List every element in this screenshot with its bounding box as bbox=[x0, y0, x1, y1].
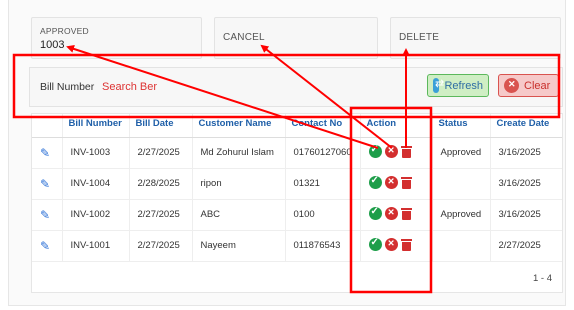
customer-name-cell: ABC bbox=[192, 199, 286, 231]
refresh-button-label: Refresh bbox=[444, 79, 483, 92]
delete-card[interactable]: DELETE bbox=[390, 17, 561, 59]
approve-icon[interactable] bbox=[368, 175, 382, 189]
edit-cell: ✎ bbox=[32, 168, 63, 200]
create-date-cell: 2/27/2025 bbox=[490, 230, 562, 262]
table-header-row: Bill Number Bill Date Customer Name Cont… bbox=[32, 114, 562, 138]
header-contact-no[interactable]: Contact No bbox=[285, 114, 361, 138]
header-bill-date[interactable]: Bill Date bbox=[129, 114, 193, 138]
bill-number-cell: INV-1001 bbox=[62, 230, 130, 262]
bill-number-search-input[interactable] bbox=[102, 77, 302, 97]
cancel-card[interactable]: CANCEL bbox=[214, 17, 378, 59]
bill-number-cell: INV-1004 bbox=[62, 168, 130, 200]
approved-card-label: APPROVED bbox=[40, 26, 89, 36]
edit-cell: ✎ bbox=[32, 137, 63, 169]
search-bar: Bill Number Refresh Clear bbox=[29, 67, 563, 107]
clear-icon bbox=[504, 78, 519, 93]
customer-name-cell: ripon bbox=[192, 168, 286, 200]
refresh-icon bbox=[433, 77, 445, 93]
bill-number-cell: INV-1002 bbox=[62, 199, 130, 231]
bill-date-cell: 2/27/2025 bbox=[129, 137, 193, 169]
delete-card-label: DELETE bbox=[399, 32, 440, 43]
approve-icon[interactable] bbox=[368, 144, 382, 158]
approved-card-value: 1003 bbox=[40, 39, 65, 51]
approve-icon[interactable] bbox=[368, 206, 382, 220]
trash-icon[interactable] bbox=[400, 176, 412, 189]
action-cell bbox=[360, 199, 433, 231]
clear-button[interactable]: Clear bbox=[498, 74, 559, 97]
trash-icon[interactable] bbox=[400, 238, 412, 251]
header-action: Action bbox=[360, 114, 433, 138]
create-date-cell: 3/16/2025 bbox=[490, 137, 562, 169]
header-customer-name[interactable]: Customer Name bbox=[192, 114, 286, 138]
status-cell: Approved bbox=[432, 137, 491, 169]
header-edit bbox=[32, 114, 63, 138]
trash-icon[interactable] bbox=[400, 145, 412, 158]
table-row: ✎ INV-1004 2/28/2025 ripon 01321 3/16/20… bbox=[32, 168, 562, 200]
edit-icon[interactable]: ✎ bbox=[40, 146, 50, 160]
edit-icon[interactable]: ✎ bbox=[40, 208, 50, 222]
edit-icon[interactable]: ✎ bbox=[40, 177, 50, 191]
refresh-button[interactable]: Refresh bbox=[427, 74, 489, 97]
approve-icon[interactable] bbox=[368, 237, 382, 251]
bills-table: Bill Number Bill Date Customer Name Cont… bbox=[31, 113, 563, 293]
edit-icon[interactable]: ✎ bbox=[40, 239, 50, 253]
clear-button-label: Clear bbox=[524, 79, 551, 92]
pagination-info: 1 - 4 bbox=[532, 273, 552, 284]
status-cell: Approved bbox=[432, 199, 491, 231]
cancel-icon[interactable] bbox=[384, 206, 398, 220]
edit-cell: ✎ bbox=[32, 199, 63, 231]
customer-name-cell: Md Zohurul Islam bbox=[192, 137, 286, 169]
cancel-icon[interactable] bbox=[384, 175, 398, 189]
bill-date-cell: 2/27/2025 bbox=[129, 199, 193, 231]
header-create-date[interactable]: Create Date bbox=[490, 114, 562, 138]
bill-number-label: Bill Number bbox=[40, 81, 95, 93]
contact-no-cell: 0100 bbox=[285, 199, 361, 231]
contact-no-cell: 011876543 bbox=[285, 230, 361, 262]
cancel-card-label: CANCEL bbox=[223, 32, 265, 43]
customer-name-cell: Nayeem bbox=[192, 230, 286, 262]
trash-icon[interactable] bbox=[400, 207, 412, 220]
bill-date-cell: 2/28/2025 bbox=[129, 168, 193, 200]
contact-no-cell: 01321 bbox=[285, 168, 361, 200]
status-cell bbox=[432, 168, 491, 200]
cancel-icon[interactable] bbox=[384, 237, 398, 251]
action-cell bbox=[360, 230, 433, 262]
bill-number-cell: INV-1003 bbox=[62, 137, 130, 169]
header-bill-number[interactable]: Bill Number bbox=[62, 114, 130, 138]
create-date-cell: 3/16/2025 bbox=[490, 168, 562, 200]
contact-no-cell: 01760127060 bbox=[285, 137, 361, 169]
edit-cell: ✎ bbox=[32, 230, 63, 262]
header-status[interactable]: Status bbox=[432, 114, 491, 138]
table-row: ✎ INV-1003 2/27/2025 Md Zohurul Islam 01… bbox=[32, 137, 562, 169]
table-row: ✎ INV-1002 2/27/2025 ABC 0100 Approved 3… bbox=[32, 199, 562, 231]
status-cell bbox=[432, 230, 491, 262]
action-cell bbox=[360, 168, 433, 200]
table-row: ✎ INV-1001 2/27/2025 Nayeem 011876543 2/… bbox=[32, 230, 562, 262]
content-panel: APPROVED 1003 CANCEL DELETE Bill Number … bbox=[8, 0, 566, 306]
approved-card[interactable]: APPROVED 1003 bbox=[31, 17, 202, 59]
action-cell bbox=[360, 137, 433, 169]
create-date-cell: 3/16/2025 bbox=[490, 199, 562, 231]
bill-date-cell: 2/27/2025 bbox=[129, 230, 193, 262]
cancel-icon[interactable] bbox=[384, 144, 398, 158]
